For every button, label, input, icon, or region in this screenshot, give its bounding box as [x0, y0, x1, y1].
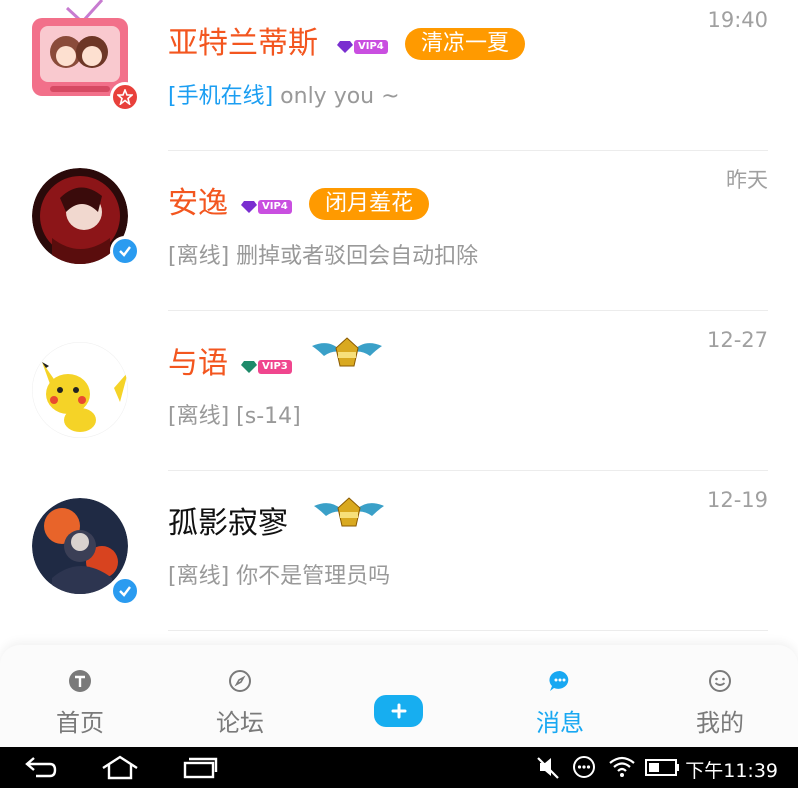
tab-forum[interactable]: 论坛 [190, 645, 290, 747]
diamond-icon [241, 201, 257, 213]
conversation-row[interactable]: 孤影寂寥 [离线] 你不是管理员吗 12-19 [0, 470, 798, 630]
title-tag: 清凉一夏 [405, 28, 526, 60]
smiley-icon [709, 670, 731, 692]
contact-name: 亚特兰蒂斯 [168, 26, 318, 61]
diamond-icon [241, 361, 257, 373]
home-t-icon [69, 670, 91, 692]
home-icon[interactable] [100, 754, 140, 780]
mute-icon [537, 757, 559, 779]
verified-badge-icon [110, 576, 140, 606]
more-icon [573, 756, 595, 778]
verified-badge-icon [110, 236, 140, 266]
tab-messages[interactable]: 消息 [510, 645, 610, 747]
last-message: [离线] [s-14] [168, 404, 301, 429]
tab-label: 论坛 [216, 709, 264, 737]
divider [168, 630, 768, 631]
last-message: [离线] 删掉或者驳回会自动扣除 [168, 244, 479, 269]
back-icon[interactable] [24, 754, 58, 780]
tab-home[interactable]: 首页 [30, 645, 130, 747]
winged-emblem-icon [314, 497, 384, 527]
contact-name: 安逸 [168, 186, 228, 221]
conversation-list: 亚特兰蒂斯 VIP4 清凉一夏 [手机在线] only you ~ 19:40 … [0, 0, 798, 645]
plus-icon [391, 703, 406, 719]
last-message: [手机在线] only you ~ [168, 84, 400, 109]
status-clock: 下午11:39 [685, 760, 778, 782]
message-time: 19:40 [707, 8, 768, 32]
tv-avatar-icon [32, 0, 128, 96]
conversation-row[interactable]: 亚特兰蒂斯 VIP4 清凉一夏 [手机在线] only you ~ 19:40 [0, 0, 798, 150]
message-time: 12-19 [706, 488, 768, 512]
tab-label: 消息 [536, 709, 584, 737]
wifi-icon [609, 756, 635, 777]
tab-label: 首页 [56, 709, 104, 737]
vip-badge: VIP4 [241, 198, 292, 216]
title-tag: 闭月羞花 [309, 188, 430, 220]
avatar[interactable] [32, 168, 140, 276]
chat-bubble-icon [549, 670, 569, 691]
pikachu-avatar-icon [32, 342, 128, 438]
compose-plus-button[interactable] [374, 695, 423, 727]
conversation-row[interactable]: 与语 VIP3 [离线] [s-14] 12-27 [0, 310, 798, 470]
vip-badge: VIP3 [241, 358, 292, 376]
compass-icon [229, 670, 251, 692]
last-message: [离线] 你不是管理员吗 [168, 564, 391, 589]
contact-name: 孤影寂寥 [168, 506, 288, 541]
tab-label: 我的 [696, 709, 744, 737]
winged-emblem-icon [312, 337, 382, 367]
vip-badge: VIP4 [337, 38, 388, 56]
message-time: 12-27 [706, 328, 768, 352]
tab-profile[interactable]: 我的 [670, 645, 770, 747]
recent-apps-icon[interactable] [182, 754, 218, 780]
battery-icon [645, 759, 679, 776]
avatar[interactable] [32, 342, 140, 450]
message-time: 昨天 [726, 168, 768, 192]
contact-name: 与语 [168, 346, 228, 381]
avatar[interactable] [32, 498, 140, 606]
star-badge-icon [110, 82, 140, 112]
diamond-icon [337, 41, 353, 53]
conversation-row[interactable]: 安逸 VIP4 闭月羞花 [离线] 删掉或者驳回会自动扣除 昨天 [0, 150, 798, 310]
system-navigation-bar: 下午11:39 [0, 747, 798, 788]
avatar[interactable] [32, 0, 140, 112]
